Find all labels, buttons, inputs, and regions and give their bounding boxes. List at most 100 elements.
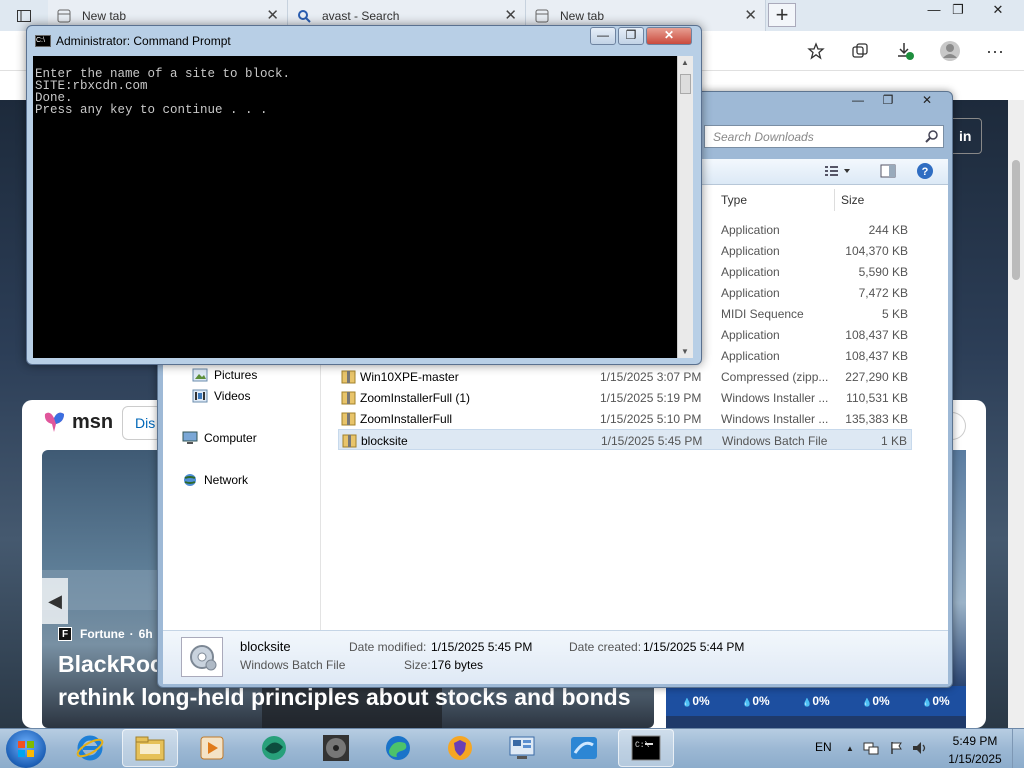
app-button-cd[interactable] [308, 729, 364, 767]
column-divider[interactable] [834, 189, 835, 211]
tab-close-icon[interactable]: ✕ [266, 8, 279, 23]
fortune-logo: F [58, 627, 72, 641]
action-center-flag-icon[interactable] [889, 741, 903, 755]
nav-item-computer[interactable]: Computer [182, 431, 257, 445]
file-date: 1/15/2025 5:45 PM [601, 434, 703, 448]
file-name: ZoomInstallerFull [360, 412, 453, 426]
tab-actions-icon [17, 9, 31, 22]
clock-date[interactable]: 1/15/2025 [944, 752, 1006, 766]
file-size: 108,437 KB [845, 328, 908, 342]
console-scroll-thumb[interactable] [680, 74, 691, 94]
views-icon[interactable] [824, 164, 852, 178]
file-row[interactable]: ZoomInstallerFull (1) 1/15/2025 5:19 PM Wi… [338, 387, 912, 408]
column-header-type[interactable]: Type [721, 193, 747, 207]
language-indicator[interactable]: EN [815, 740, 832, 754]
hero-headline-line1[interactable]: BlackRoc [58, 651, 163, 678]
rain-drop-icon: 💧 [862, 698, 873, 707]
scroll-down-arrow-icon[interactable]: ▼ [681, 347, 689, 356]
file-date: 1/15/2025 5:10 PM [600, 412, 702, 426]
new-tab-button[interactable]: + [768, 3, 796, 27]
page-icon [56, 8, 72, 24]
hero-source: F Fortune · 6h [58, 627, 153, 641]
file-type: Application [721, 244, 780, 258]
show-hidden-icons-icon[interactable]: ▲ [846, 744, 854, 753]
tab-close-icon[interactable]: ✕ [744, 8, 757, 23]
nav-item-pictures[interactable]: Pictures [192, 368, 257, 382]
column-header-size[interactable]: Size [841, 193, 864, 207]
app-button-green[interactable] [246, 729, 302, 767]
file-size: 104,370 KB [845, 244, 908, 258]
zip-file-icon [341, 411, 356, 426]
nav-item-videos[interactable]: Videos [192, 389, 250, 403]
explorer-restore-button[interactable]: ❐ [875, 93, 901, 111]
page-scrollbar[interactable] [1008, 100, 1024, 728]
cmd-restore-button[interactable]: ❐ [618, 27, 644, 45]
hero-prev-arrow[interactable]: ◀ [42, 578, 68, 624]
cmd-minimize-button[interactable]: — [590, 27, 616, 45]
zip-file-icon [341, 369, 356, 384]
file-type: Windows Installer ... [721, 412, 829, 426]
windows-logo-icon [18, 741, 34, 757]
favorites-star-icon[interactable] [805, 40, 827, 62]
show-desktop-button[interactable] [1012, 729, 1024, 768]
file-row[interactable]: ZoomInstallerFull 1/15/2025 5:10 PM Window… [338, 408, 912, 429]
start-button[interactable] [6, 730, 46, 768]
file-type: Application [721, 265, 780, 279]
cmd-close-button[interactable]: ✕ [646, 27, 692, 45]
help-icon[interactable]: ? [916, 162, 934, 180]
details-file-type: Windows Batch File [240, 658, 346, 672]
internet-explorer-button[interactable] [62, 729, 118, 767]
app-button-blue[interactable] [556, 729, 612, 767]
scrollbar-thumb[interactable] [1012, 160, 1020, 280]
msn-logo[interactable]: msn [42, 410, 113, 434]
computer-icon [182, 431, 198, 445]
scroll-up-arrow-icon[interactable]: ▲ [681, 58, 689, 67]
precip-1: 💧0% [742, 694, 770, 708]
hero-headline-line2[interactable]: rethink long-held principles about stock… [58, 684, 631, 711]
profile-icon[interactable] [939, 40, 961, 62]
edge-button[interactable] [370, 729, 426, 767]
rain-drop-icon: 💧 [682, 698, 693, 707]
cmd-taskbar-button[interactable]: C:\ [618, 729, 674, 767]
collections-icon[interactable] [849, 40, 871, 62]
file-size: 108,437 KB [845, 349, 908, 363]
explorer-command-bar: ? [700, 159, 948, 185]
sign-in-button[interactable]: in [948, 118, 982, 154]
file-row[interactable]: Win10XPE-master 1/15/2025 3:07 PM Compress… [338, 366, 912, 387]
preview-pane-icon[interactable] [880, 163, 896, 179]
file-size: 244 KB [868, 223, 908, 237]
tab-close-icon[interactable]: ✕ [504, 8, 517, 23]
search-downloads-input[interactable]: Search Downloads [704, 125, 944, 148]
explorer-close-button[interactable]: ✕ [907, 93, 947, 111]
browser-restore-button[interactable]: ❐ [944, 2, 972, 20]
discover-tab[interactable]: Dis [122, 406, 162, 440]
rain-drop-icon: 💧 [802, 698, 813, 707]
file-size: 227,290 KB [845, 370, 908, 384]
file-type: MIDI Sequence [721, 307, 804, 321]
more-icon[interactable]: ··· [984, 40, 1006, 62]
file-date: 1/15/2025 5:19 PM [600, 391, 702, 405]
nav-item-network[interactable]: Network [182, 473, 248, 487]
browser-close-button[interactable]: ✕ [984, 2, 1012, 20]
details-created-value: 1/15/2025 5:44 PM [643, 640, 745, 654]
clock-time[interactable]: 5:49 PM [950, 734, 1000, 748]
downloads-icon[interactable] [894, 40, 916, 62]
file-name: blocksite [361, 434, 408, 448]
avast-button[interactable] [432, 729, 488, 767]
control-panel-button[interactable] [494, 729, 550, 767]
file-row[interactable]: blocksite 1/15/2025 5:45 PM Windows Batch … [338, 429, 912, 450]
file-size: 135,383 KB [845, 412, 908, 426]
console-scrollbar[interactable]: ▲ ▼ [677, 56, 693, 358]
console-line: Press any key to continue . . . [35, 103, 268, 117]
batch-file-large-icon [181, 637, 223, 677]
precip-4: 💧0% [922, 694, 950, 708]
network-tray-icon[interactable] [863, 741, 879, 755]
search-icon[interactable] [925, 129, 939, 143]
explorer-taskbar-button[interactable] [122, 729, 178, 767]
details-size-label: Size: [404, 658, 431, 672]
console-output[interactable]: Enter the name of a site to block. SITE:… [33, 56, 677, 358]
volume-icon[interactable] [912, 741, 928, 755]
media-player-button[interactable] [184, 729, 240, 767]
details-modified-label: Date modified: [349, 640, 427, 654]
explorer-minimize-button[interactable]: — [845, 93, 871, 111]
